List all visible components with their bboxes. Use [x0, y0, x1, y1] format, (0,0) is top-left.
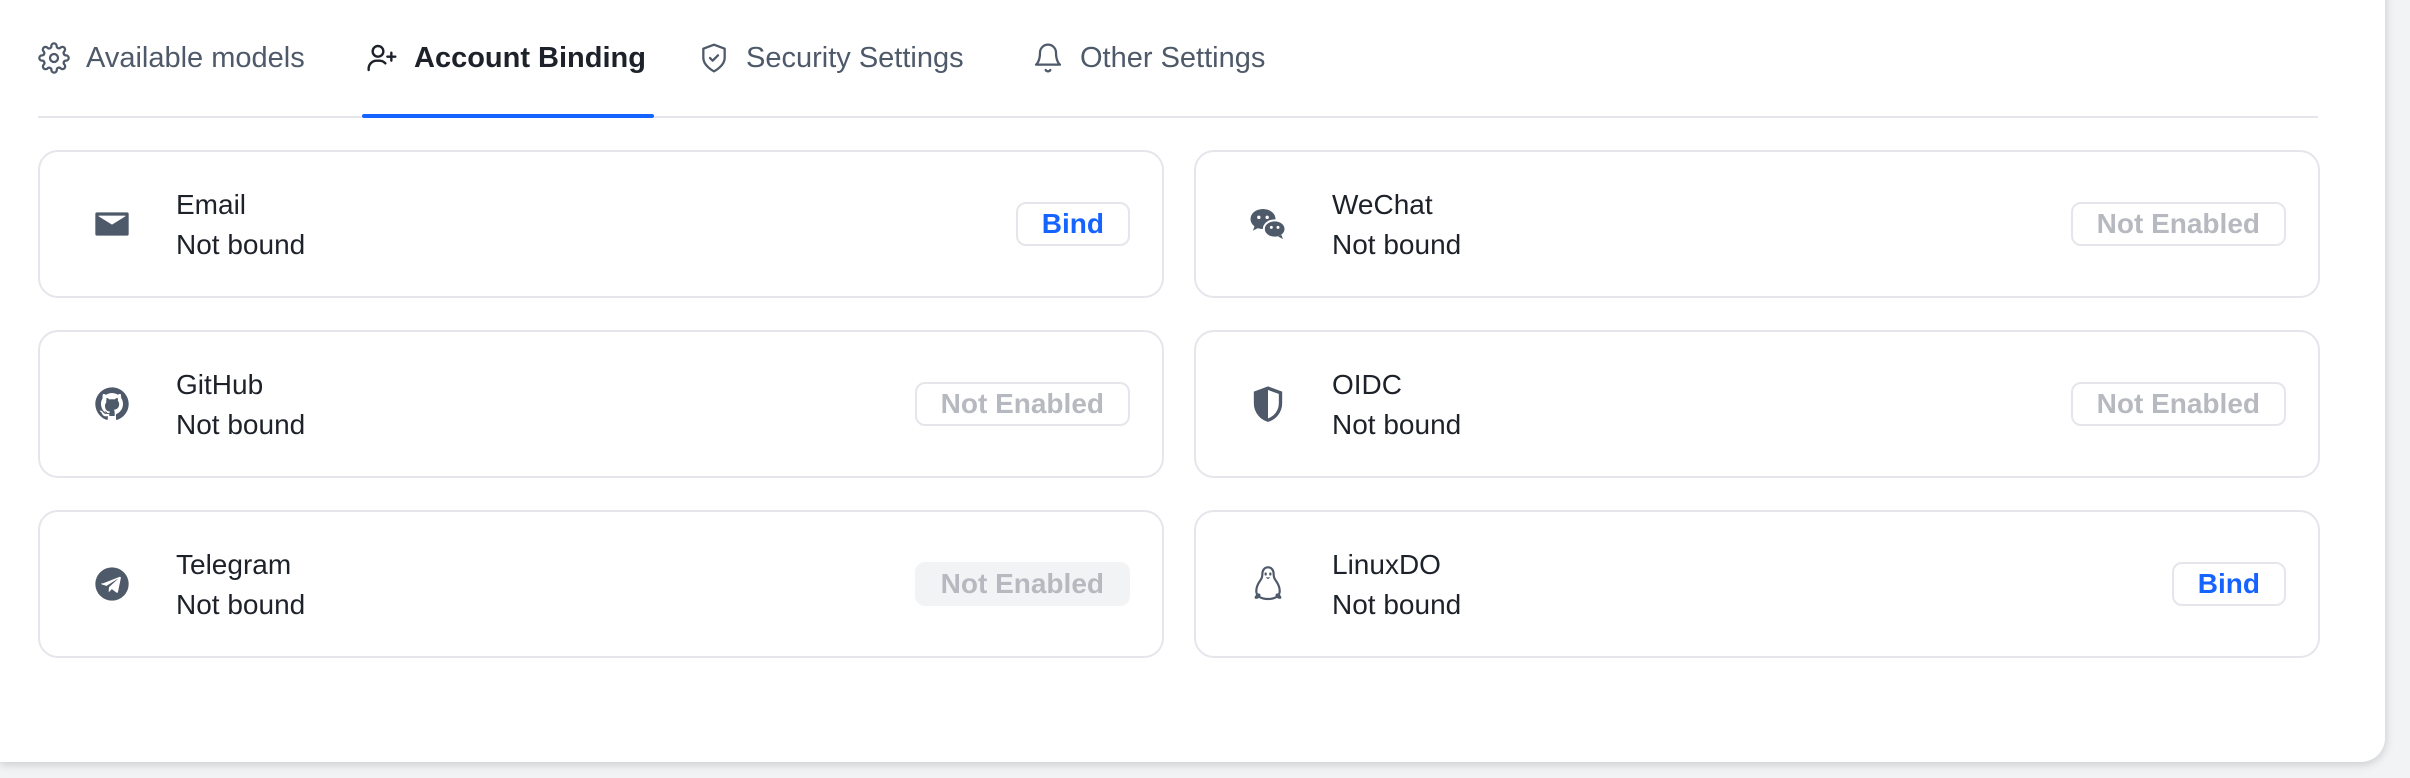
binding-name: WeChat [1332, 189, 1433, 220]
oidc-not-enabled-button[interactable]: Not Enabled [2070, 382, 2286, 426]
shield-icon [1248, 384, 1288, 424]
binding-status: Not bound [1332, 229, 1462, 260]
binding-status: Not bound [1332, 589, 1462, 620]
bind-linuxdo-button[interactable]: Bind [2171, 562, 2286, 606]
binding-card-telegram: Telegram Not bound Not Enabled [38, 510, 1164, 658]
gear-icon [38, 42, 70, 74]
binding-card-linuxdo: LinuxDO Not bound Bind [1194, 510, 2320, 658]
binding-card-github: GitHub Not bound Not Enabled [38, 330, 1164, 478]
settings-panel: Available models Account Binding Securit… [0, 0, 2385, 762]
binding-status: Not bound [176, 229, 306, 260]
telegram-icon [92, 564, 132, 604]
tab-account-binding[interactable]: Account Binding [362, 0, 654, 118]
github-icon [92, 384, 132, 424]
binding-status: Not bound [1332, 409, 1462, 440]
binding-card-email: Email Not bound Bind [38, 150, 1164, 298]
user-plus-icon [367, 44, 397, 72]
telegram-not-enabled-button[interactable]: Not Enabled [914, 562, 1130, 606]
tab-label: Account Binding [414, 41, 646, 74]
bind-email-button[interactable]: Bind [1015, 202, 1130, 246]
tab-security-settings[interactable]: Security Settings [698, 0, 964, 116]
mail-icon [92, 204, 132, 244]
tab-other-settings[interactable]: Other Settings [1032, 0, 1265, 116]
binding-status: Not bound [176, 409, 306, 440]
bell-icon [1034, 43, 1062, 73]
tab-label: Security Settings [746, 41, 964, 74]
shield-check-icon [702, 43, 726, 73]
github-not-enabled-button[interactable]: Not Enabled [914, 382, 1130, 426]
wechat-icon [1248, 204, 1288, 244]
binding-name: Email [176, 189, 247, 220]
binding-name: OIDC [1332, 369, 1402, 400]
wechat-not-enabled-button[interactable]: Not Enabled [2070, 202, 2286, 246]
settings-tabs: Available models Account Binding Securit… [38, 0, 2318, 118]
binding-card-wechat: WeChat Not bound Not Enabled [1194, 150, 2320, 298]
tab-label: Other Settings [1080, 41, 1266, 74]
linux-icon [1248, 564, 1288, 604]
binding-name: GitHub [176, 369, 264, 400]
tab-label: Available models [86, 41, 305, 74]
binding-card-oidc: OIDC Not bound Not Enabled [1194, 330, 2320, 478]
binding-status: Not bound [176, 589, 306, 620]
binding-name: Telegram [176, 549, 292, 580]
tab-available-models[interactable]: Available models [38, 0, 305, 116]
binding-name: LinuxDO [1332, 549, 1441, 580]
